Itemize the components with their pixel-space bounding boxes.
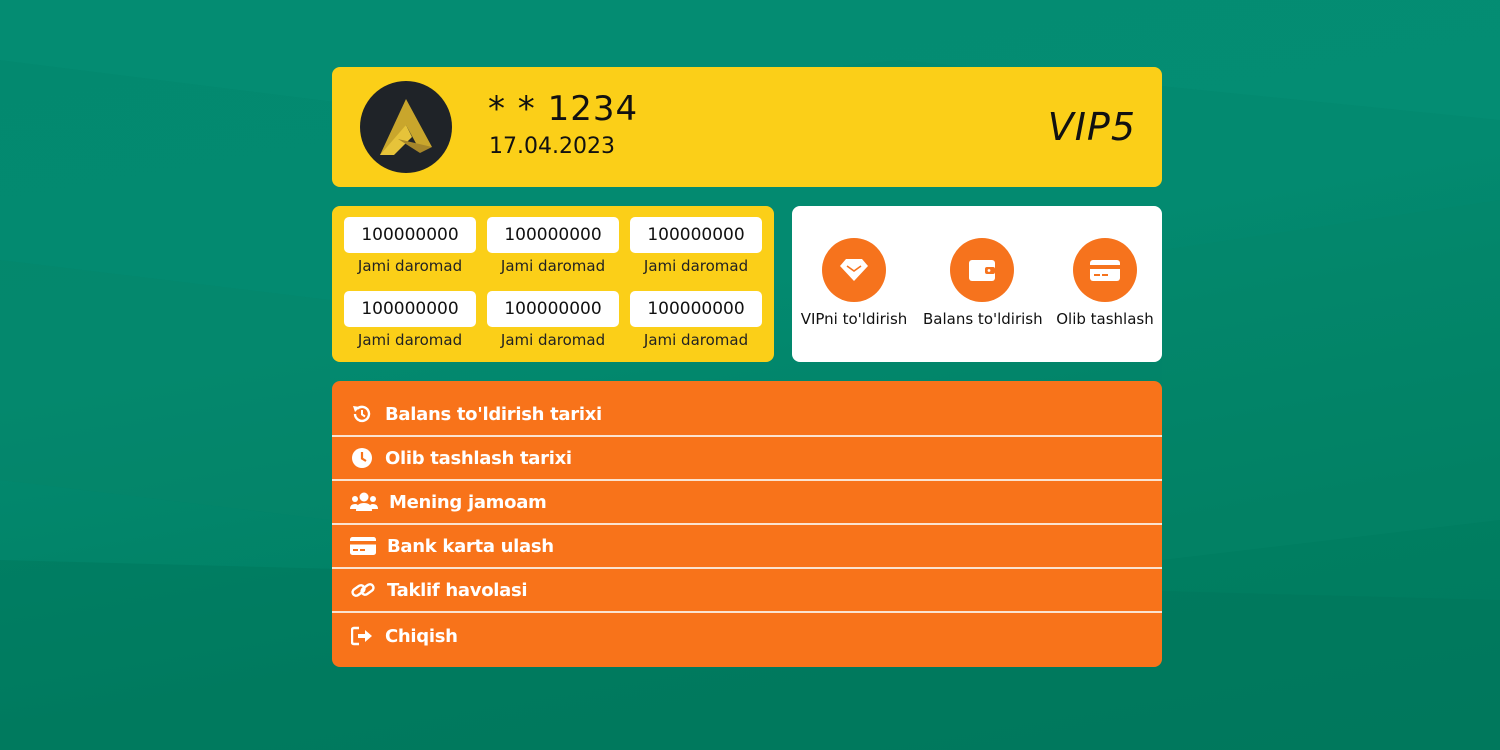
stat-item: 100000000 Jami daromad	[630, 217, 762, 275]
registration-date: 17.04.2023	[489, 134, 615, 159]
withdraw-label: Olib tashlash	[1056, 310, 1154, 328]
balance-topup-label: Balans to'ldirish	[923, 310, 1043, 328]
credit-card-icon	[1090, 260, 1120, 281]
balance-topup-button[interactable]: Balans to'ldirish	[923, 238, 1043, 328]
clock-icon	[350, 446, 374, 470]
stat-item: 100000000 Jami daromad	[487, 291, 619, 349]
stat-value: 100000000	[487, 291, 619, 327]
menu-item-logout[interactable]: Chiqish	[332, 613, 1162, 665]
stat-value: 100000000	[344, 291, 476, 327]
avatar[interactable]	[360, 81, 452, 173]
vip-topup-button[interactable]: VIPni to'ldirish	[795, 238, 913, 328]
stat-item: 100000000 Jami daromad	[344, 291, 476, 349]
diamond-icon	[840, 259, 868, 281]
menu-item-label: Bank karta ulash	[387, 535, 554, 557]
vip-level-badge: VIP5	[1047, 105, 1136, 149]
menu-item-label: Taklif havolasi	[387, 579, 528, 601]
stat-label: Jami daromad	[643, 257, 749, 275]
menu-item-link-bank-card[interactable]: Bank karta ulash	[332, 525, 1162, 569]
quick-actions-card: VIPni to'ldirish Balans to'ldirish Olib …	[792, 206, 1162, 362]
sign-out-icon	[350, 624, 374, 648]
menu-item-my-team[interactable]: Mening jamoam	[332, 481, 1162, 525]
users-icon	[350, 490, 378, 514]
stat-item: 100000000 Jami daromad	[487, 217, 619, 275]
stat-value: 100000000	[487, 217, 619, 253]
menu-list: Balans to'ldirish tarixi Olib tashlash t…	[332, 381, 1162, 667]
stat-value: 100000000	[630, 217, 762, 253]
menu-item-label: Mening jamoam	[389, 491, 547, 513]
stat-label: Jami daromad	[500, 257, 606, 275]
stat-label: Jami daromad	[643, 331, 749, 349]
menu-item-withdraw-history[interactable]: Olib tashlash tarixi	[332, 437, 1162, 481]
username: * * 1234	[488, 89, 639, 129]
profile-card: * * 1234 17.04.2023 VIP5	[332, 67, 1162, 187]
stat-label: Jami daromad	[357, 257, 463, 275]
credit-card-icon	[350, 534, 376, 558]
account-panel: * * 1234 17.04.2023 VIP5 100000000 Jami …	[332, 67, 1162, 667]
link-icon	[350, 578, 376, 602]
menu-item-invite-link[interactable]: Taklif havolasi	[332, 569, 1162, 613]
stat-item: 100000000 Jami daromad	[344, 217, 476, 275]
stats-card: 100000000 Jami daromad 100000000 Jami da…	[332, 206, 774, 362]
stat-item: 100000000 Jami daromad	[630, 291, 762, 349]
menu-item-label: Balans to'ldirish tarixi	[385, 403, 602, 425]
stat-label: Jami daromad	[357, 331, 463, 349]
vip-topup-label: VIPni to'ldirish	[800, 310, 908, 328]
menu-item-label: Chiqish	[385, 625, 458, 647]
history-icon	[350, 402, 374, 426]
withdraw-button[interactable]: Olib tashlash	[1046, 238, 1164, 328]
menu-item-topup-history[interactable]: Balans to'ldirish tarixi	[332, 381, 1162, 437]
menu-item-label: Olib tashlash tarixi	[385, 447, 572, 469]
wallet-icon	[969, 260, 995, 281]
stat-label: Jami daromad	[500, 331, 606, 349]
stat-value: 100000000	[630, 291, 762, 327]
logo-icon	[380, 99, 432, 155]
stat-value: 100000000	[344, 217, 476, 253]
